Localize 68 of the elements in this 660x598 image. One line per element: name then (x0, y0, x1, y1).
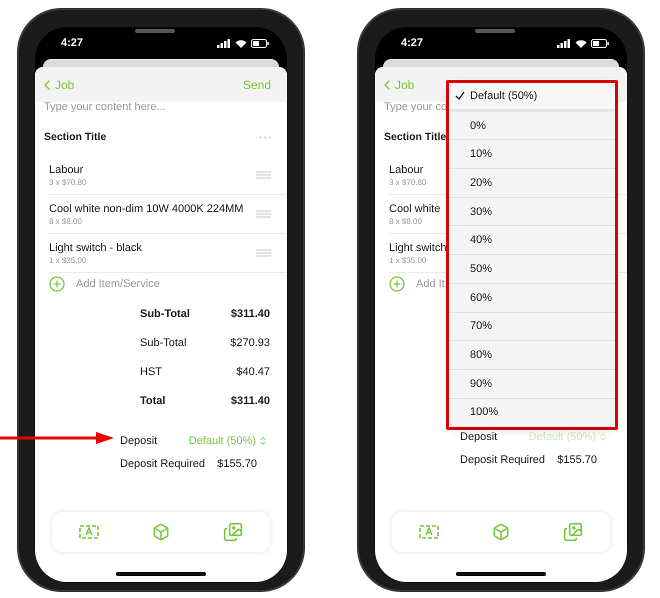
menu-option[interactable]: Default (50%) (449, 83, 615, 112)
menu-option[interactable]: 20% (449, 169, 615, 198)
total-label: Sub-Total (140, 336, 186, 348)
line-item[interactable]: Labour 3 x $70.80 (49, 156, 287, 195)
item-detail: 1 x $35.00 (49, 256, 88, 264)
menu-option[interactable]: 90% (449, 370, 615, 399)
item-name: Labour (389, 164, 424, 176)
menu-option[interactable]: 80% (449, 341, 615, 370)
plus-circle-icon[interactable] (389, 276, 405, 292)
line-item[interactable]: Cool white non-dim 10W 4000K 224MM 8 x $8.00 (49, 195, 287, 234)
speaker-grille (135, 29, 175, 33)
total-amount: $311.40 (230, 394, 270, 406)
menu-option[interactable]: 50% (449, 255, 615, 284)
item-detail: 1 x $35.00 (389, 256, 428, 264)
plus-circle-icon[interactable] (49, 276, 65, 292)
text-box-icon[interactable] (78, 524, 99, 540)
menu-option[interactable]: 70% (449, 312, 615, 342)
deposit-required-amount: $155.70 (557, 454, 597, 466)
up-down-chevron-icon[interactable] (598, 432, 608, 442)
images-icon[interactable] (563, 522, 584, 542)
deposit-required-label: Deposit Required (120, 458, 205, 470)
menu-option[interactable]: 30% (449, 198, 615, 226)
item-name: Light switch (389, 242, 446, 254)
item-name: Labour (49, 164, 84, 176)
total-label: HST (140, 366, 162, 378)
check-icon (455, 91, 465, 100)
wifi-icon (235, 38, 247, 48)
deposit-label: Deposit (120, 434, 158, 446)
menu-option[interactable]: 10% (449, 140, 615, 170)
up-down-chevron-icon[interactable] (258, 436, 268, 446)
item-detail: 3 x $70.80 (49, 178, 86, 186)
signal-icon (557, 38, 571, 48)
box-icon[interactable] (492, 523, 510, 541)
images-icon[interactable] (223, 522, 244, 542)
item-detail: 8 x $8.00 (389, 216, 423, 226)
drag-handle-icon[interactable] (256, 210, 271, 218)
more-icon[interactable] (259, 136, 271, 138)
line-item[interactable]: Light switch - black 1 x $35.00 (49, 234, 287, 273)
item-detail: 3 x $70.80 (389, 178, 426, 186)
signal-icon (217, 38, 231, 48)
total-amount: $270.93 (230, 336, 270, 348)
box-icon[interactable] (152, 523, 170, 541)
deposit-required-amount: $155.70 (217, 458, 257, 470)
total-label: Sub-Total (140, 308, 190, 320)
total-label: Total (140, 394, 166, 406)
menu-option[interactable]: 100% (449, 398, 615, 428)
battery-icon (251, 38, 269, 48)
status-time: 4:27 (61, 37, 84, 49)
menu-option[interactable]: 60% (449, 284, 615, 312)
speaker-grille (475, 29, 515, 33)
battery-icon (591, 38, 609, 48)
wifi-icon (575, 38, 587, 48)
status-time: 4:27 (401, 37, 424, 49)
deposit-label: Deposit (460, 430, 498, 442)
drag-handle-icon[interactable] (256, 171, 271, 179)
menu-option[interactable]: 0% (449, 112, 615, 140)
section-title: Section Title (44, 131, 106, 143)
item-name: Cool white (389, 202, 440, 214)
total-amount: $40.47 (236, 366, 270, 378)
item-detail: 8 x $8.00 (49, 216, 83, 226)
item-name: Light switch - black (49, 242, 142, 254)
menu-option[interactable]: 40% (449, 226, 615, 256)
text-box-icon[interactable] (418, 524, 439, 540)
item-name: Cool white non-dim 10W 4000K 224MM (49, 202, 244, 214)
deposit-required-label: Deposit Required (460, 454, 545, 466)
section-title: Section Title (384, 131, 446, 143)
drag-handle-icon[interactable] (256, 249, 271, 257)
total-amount: $311.40 (230, 308, 270, 320)
